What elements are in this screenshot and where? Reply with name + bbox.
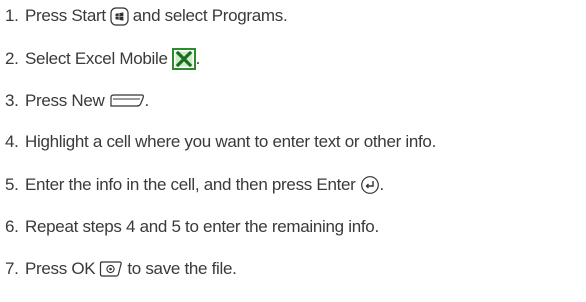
start-key-icon xyxy=(110,6,129,26)
step-text-after: . xyxy=(144,91,150,110)
step-number: 7. xyxy=(5,259,19,278)
step-text: Press Start xyxy=(25,6,106,25)
step-text: Press New xyxy=(25,91,105,110)
step-number: 3. xyxy=(5,91,19,110)
step-text-after: . xyxy=(195,49,201,68)
step-text: Select Excel Mobile xyxy=(25,49,168,68)
step-number: 1. xyxy=(5,6,19,25)
step-4: 4. Highlight a cell where you want to en… xyxy=(0,129,436,155)
step-2: 2. Select Excel Mobile . xyxy=(0,46,200,72)
step-text-after: to save the file. xyxy=(127,259,237,278)
step-number: 4. xyxy=(5,132,19,151)
enter-key-icon xyxy=(360,175,380,195)
step-7: 7. Press OK to save the file. xyxy=(0,256,237,282)
step-text-after: . xyxy=(379,175,385,194)
step-5: 5. Enter the info in the cell, and then … xyxy=(0,172,384,198)
excel-mobile-icon xyxy=(171,48,196,70)
step-text: Highlight a cell where you want to enter… xyxy=(25,132,437,151)
step-number: 6. xyxy=(5,217,19,236)
ok-key-icon xyxy=(99,260,123,278)
step-text: Enter the info in the cell, and then pre… xyxy=(25,175,356,194)
step-3: 3. Press New . xyxy=(0,88,149,114)
step-6: 6. Repeat steps 4 and 5 to enter the rem… xyxy=(0,214,379,240)
left-softkey-icon xyxy=(109,93,145,109)
step-text-after: and select Programs. xyxy=(132,6,288,25)
step-text: Press OK xyxy=(25,259,96,278)
step-1: 1. Press Start and select Programs. xyxy=(0,3,288,29)
step-number: 5. xyxy=(5,175,19,194)
step-text: Repeat steps 4 and 5 to enter the remain… xyxy=(25,217,379,236)
step-number: 2. xyxy=(5,49,19,68)
